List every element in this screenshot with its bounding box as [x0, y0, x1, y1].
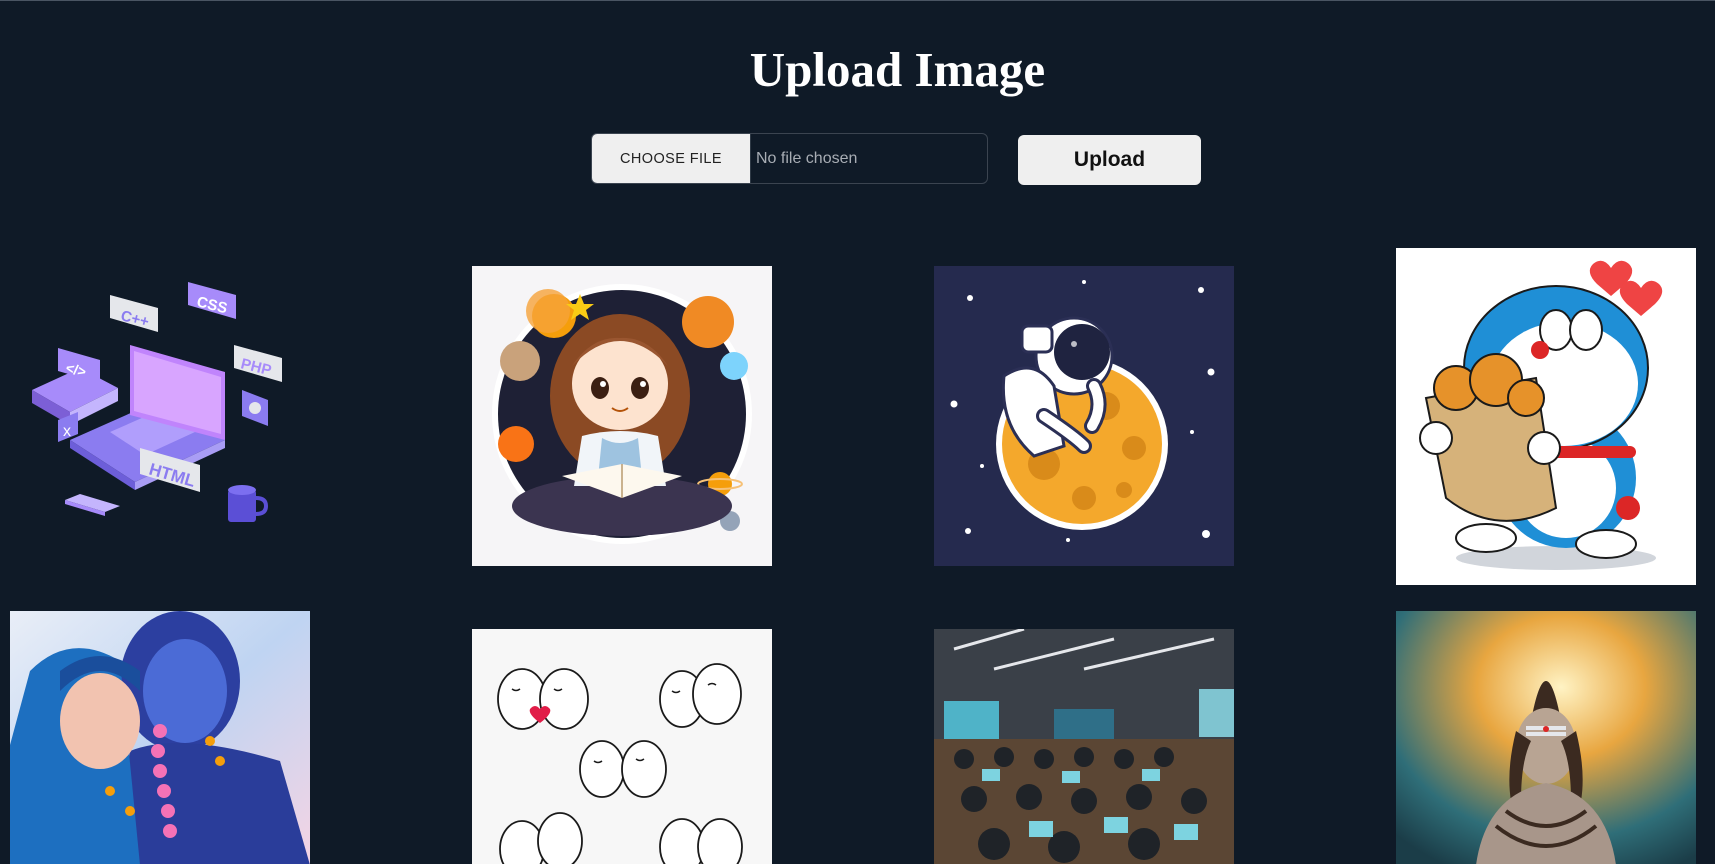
gallery-image-girl-space[interactable]	[472, 266, 772, 566]
gallery-image-computer-lab[interactable]	[934, 629, 1234, 864]
svg-text:x: x	[63, 423, 71, 440]
gallery-image-shiva[interactable]	[1396, 611, 1696, 864]
gallery-image-coding-illustration[interactable]: C++ CSS PHP </> HTML x	[10, 250, 310, 550]
file-status-text: No file chosen	[756, 149, 858, 167]
choose-file-button[interactable]: CHOOSE FILE	[592, 134, 751, 183]
upload-button[interactable]: Upload	[1018, 135, 1201, 185]
page-title: Upload Image	[749, 42, 1046, 97]
gallery-image-doraemon[interactable]	[1396, 248, 1696, 585]
file-input[interactable]: CHOOSE FILE No file chosen	[591, 133, 988, 184]
gallery-image-doodle-stickers[interactable]	[472, 629, 772, 864]
gallery-image-astronaut[interactable]	[934, 266, 1234, 566]
gallery-image-radha-krishna[interactable]	[10, 611, 310, 864]
